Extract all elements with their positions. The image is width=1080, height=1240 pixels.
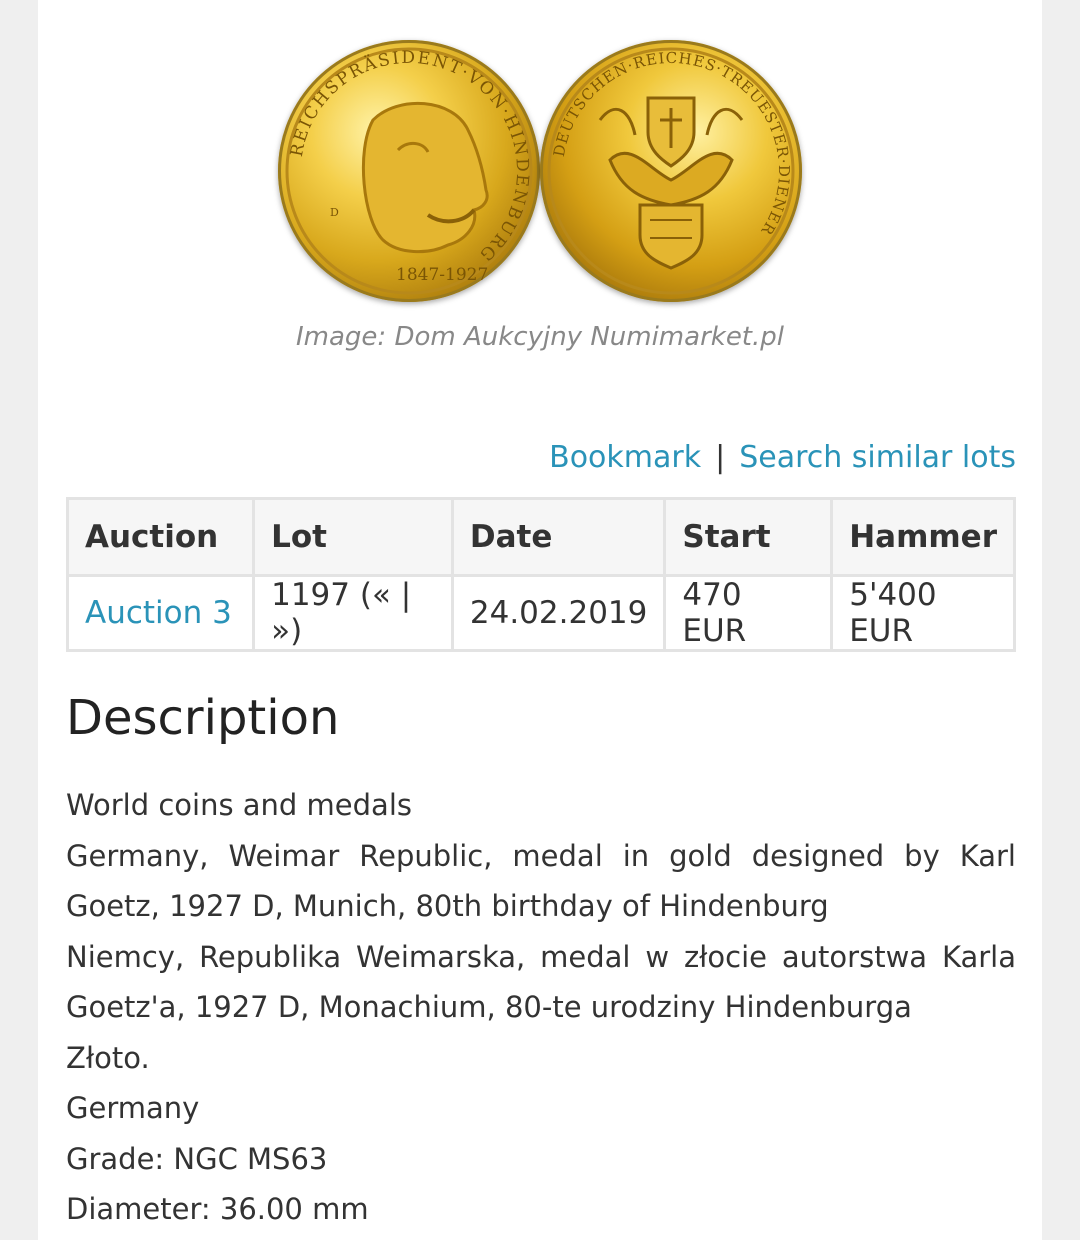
lot-actions: Bookmark | Search similar lots xyxy=(549,440,1016,475)
description-line-english: Germany, Weimar Republic, medal in gold … xyxy=(66,838,1016,924)
image-caption: Image: Dom Aukcyjny Numimarket.pl xyxy=(296,322,784,352)
search-similar-lots-link[interactable]: Search similar lots xyxy=(739,440,1016,475)
date-cell: 24.02.2019 xyxy=(450,574,667,652)
bookmark-link[interactable]: Bookmark xyxy=(549,440,701,475)
start-price-cell: 470 EUR xyxy=(663,574,834,652)
table-row: Auction 3 1197 (« | ») 24.02.2019 470 EU… xyxy=(65,574,1016,652)
lot-page: REICHSPRÄSIDENT·VON·HINDENBURG 1847-1927… xyxy=(38,0,1042,1240)
description-line-polish: Niemcy, Republika Weimarska, medal w zło… xyxy=(66,939,1016,1025)
description-body: World coins and medals Germany, Weimar R… xyxy=(66,780,1016,1235)
coin-reverse-image[interactable]: DEUTSCHEN·REICHES·TREUESTER·DIENER xyxy=(540,40,802,302)
description-line-metal: Złoto. xyxy=(66,1040,150,1075)
obverse-dates: 1847-1927 xyxy=(396,265,488,285)
description-line-country: Germany xyxy=(66,1091,200,1125)
coin-images: REICHSPRÄSIDENT·VON·HINDENBURG 1847-1927… xyxy=(38,0,1042,320)
coin-obverse-image[interactable]: REICHSPRÄSIDENT·VON·HINDENBURG 1847-1927… xyxy=(278,40,540,302)
table-header-row: Auction Lot Date Start Hammer xyxy=(65,497,1016,577)
description-line-diameter: Diameter: 36.00 mm xyxy=(66,1192,369,1226)
actions-separator: | xyxy=(715,440,726,475)
obverse-mintmark: D xyxy=(330,206,339,219)
description-line-category: World coins and medals xyxy=(66,788,412,822)
header-date: Date xyxy=(450,497,667,577)
header-lot: Lot xyxy=(252,497,454,577)
header-auction: Auction xyxy=(65,497,256,577)
lot-info-table: Auction Lot Date Start Hammer Auction 3 … xyxy=(65,497,1016,652)
header-hammer: Hammer xyxy=(830,497,1016,577)
description-line-grade: Grade: NGC MS63 xyxy=(66,1141,328,1176)
auction-link[interactable]: Auction 3 xyxy=(65,574,256,652)
header-start: Start xyxy=(663,497,834,577)
lot-number-cell[interactable]: 1197 (« | ») xyxy=(252,574,454,652)
hammer-price-cell: 5'400 EUR xyxy=(830,574,1016,652)
description-heading: Description xyxy=(66,690,340,746)
